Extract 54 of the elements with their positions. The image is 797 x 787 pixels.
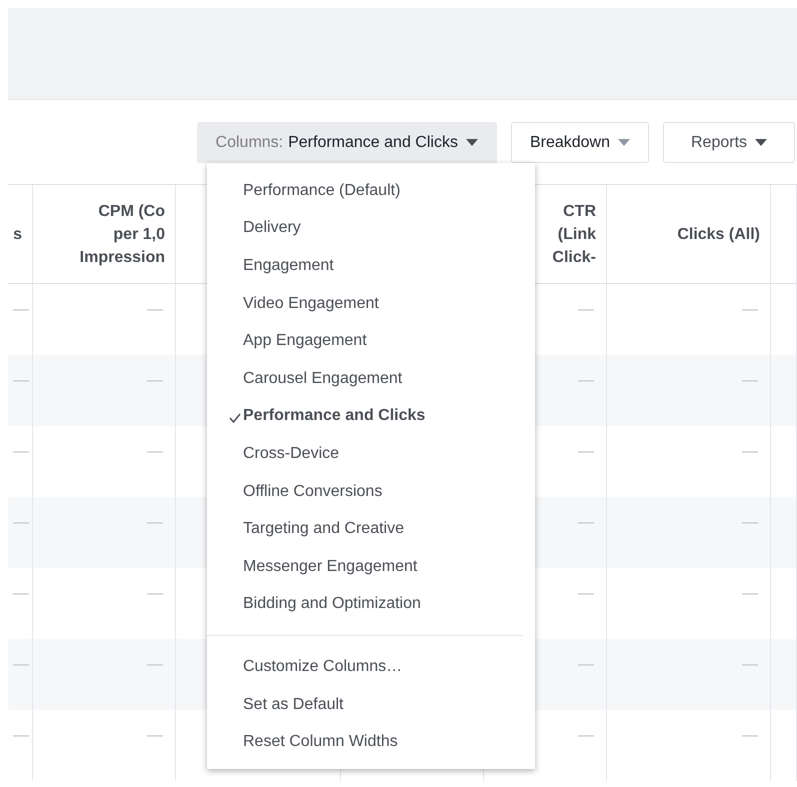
- menu-item[interactable]: Targeting and Creative: [207, 510, 535, 548]
- menu-item[interactable]: Customize Columns…: [207, 648, 535, 686]
- menu-item[interactable]: Set as Default: [207, 686, 535, 724]
- table-cell-text: —: [578, 726, 594, 746]
- table-cell-text: —: [742, 300, 758, 320]
- table-cell-text: —: [742, 655, 758, 675]
- table-cell-text: —: [147, 655, 163, 675]
- menu-item[interactable]: Engagement: [207, 247, 535, 285]
- table-cell-text: —: [13, 584, 29, 604]
- table-cell-text: —: [742, 726, 758, 746]
- check-icon: [229, 412, 241, 423]
- column-header: Clicks (All): [677, 224, 760, 244]
- menu-item[interactable]: Reset Column Widths: [207, 723, 535, 761]
- table-cell-text: —: [147, 513, 163, 533]
- table-cell-text: —: [147, 371, 163, 391]
- table-cell-text: —: [147, 726, 163, 746]
- menu-item[interactable]: Performance (Default): [207, 172, 535, 210]
- columns-dropdown-button[interactable]: Columns: Performance and Clicks: [196, 122, 497, 163]
- table-cell-text: —: [578, 371, 594, 391]
- table-cell-text: —: [742, 371, 758, 391]
- menu-item[interactable]: Delivery: [207, 210, 535, 248]
- table-cell-text: —: [742, 584, 758, 604]
- table-cell-text: —: [147, 442, 163, 462]
- menu-item[interactable]: Carousel Engagement: [207, 360, 535, 398]
- dropdown-button[interactable]: Breakdown: [510, 122, 649, 163]
- table-cell-text: —: [13, 442, 29, 462]
- menu-item[interactable]: Cross-Device: [207, 435, 535, 473]
- table-cell-text: —: [13, 371, 29, 391]
- dropdown-button[interactable]: Reports: [663, 122, 795, 163]
- column-header: CTR (Link Click-: [552, 202, 596, 268]
- menu-item[interactable]: Offline Conversions: [207, 472, 535, 510]
- table-cell-text: —: [578, 513, 594, 533]
- menu-item[interactable]: Messenger Engagement: [207, 548, 535, 586]
- column-header: s: [13, 224, 22, 244]
- table-cell-text: —: [578, 584, 594, 604]
- table-cell-text: —: [147, 584, 163, 604]
- table-cell-text: —: [13, 726, 29, 746]
- table-cell-text: —: [578, 442, 594, 462]
- menu-item[interactable]: Video Engagement: [207, 284, 535, 322]
- table-cell-text: —: [742, 442, 758, 462]
- table-cell-text: —: [13, 300, 29, 320]
- caret-icon: [466, 139, 478, 146]
- table-cell-text: —: [13, 655, 29, 675]
- menu-item[interactable]: Performance and Clicks: [207, 398, 535, 436]
- table-cell-text: —: [742, 513, 758, 533]
- menu-item[interactable]: Bidding and Optimization: [207, 586, 535, 624]
- table-cell-text: —: [13, 513, 29, 533]
- column-header: CPM (Co per 1,0 Impression: [80, 202, 165, 268]
- caret-icon: [755, 139, 768, 146]
- menu-item[interactable]: App Engagement: [207, 322, 535, 360]
- table-cell-text: —: [147, 300, 163, 320]
- table-cell-text: —: [578, 300, 594, 320]
- caret-icon: [618, 139, 630, 146]
- table-cell-text: —: [578, 655, 594, 675]
